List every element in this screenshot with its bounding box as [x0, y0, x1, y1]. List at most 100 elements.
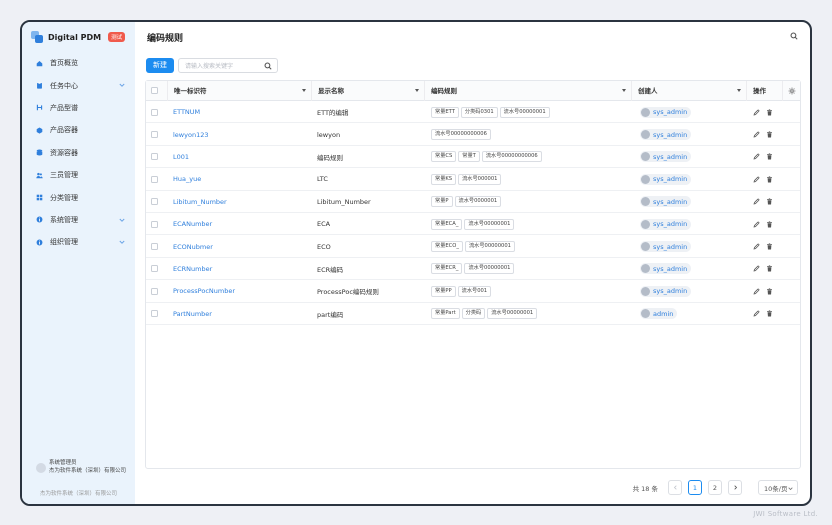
row-checkbox[interactable]	[151, 265, 158, 273]
table-row[interactable]: ProcessPocNumber ProcessPoc编码规则 常量PP 流水号001…	[146, 280, 800, 303]
rule-id-link[interactable]: ProcessPocNumber	[173, 280, 311, 302]
edit-icon[interactable]	[753, 153, 760, 160]
edit-icon[interactable]	[753, 243, 760, 250]
chevron-down-icon[interactable]	[119, 239, 125, 245]
table-row[interactable]: ECANumber ECA 常量ECA_ 流水号00000001 sys_admin	[146, 213, 800, 236]
page-button-1[interactable]: 1	[688, 480, 702, 495]
sort-icon[interactable]	[622, 89, 626, 92]
rule-id-link[interactable]: L001	[173, 146, 311, 168]
table-row[interactable]: PartNumber part编码 常量Part 分类码 流水号00000001 admi…	[146, 303, 800, 325]
user-profile[interactable]: 系统管理员 杰为软件系统（深圳）有限公司	[36, 459, 128, 475]
table-row[interactable]: L001 编码规则 常量CS 常量T 流水号00000000006 sys_admin	[146, 146, 800, 169]
row-checkbox[interactable]	[151, 198, 158, 206]
sidebar-item-1[interactable]: 首页概览	[22, 52, 135, 74]
delete-icon[interactable]	[766, 109, 773, 116]
chevron-down-icon[interactable]	[119, 217, 125, 223]
select-all-checkbox[interactable]	[151, 87, 158, 94]
rule-id-link[interactable]: Hua_yue	[173, 168, 311, 190]
rule-id-link[interactable]: PartNumber	[173, 303, 311, 325]
table-row[interactable]: ECRNumber ECR编码 常量ECR_ 流水号00000001 sys_admin	[146, 258, 800, 281]
page-button-2[interactable]: 2	[708, 480, 722, 495]
rule-id-link[interactable]: ECRNumber	[173, 258, 311, 280]
creator-name: sys_admin	[653, 152, 688, 161]
main-content: 编码规则 新建 唯一标识符 显示名称 编码规则 创建人	[135, 22, 810, 504]
search-input[interactable]	[185, 61, 263, 71]
table-row[interactable]: lewyon123 lewyon 流水号00000000006 sys_admin	[146, 123, 800, 146]
page-size-select[interactable]: 10条/页	[758, 480, 798, 495]
sidebar-item-7[interactable]: 分类管理	[22, 186, 135, 208]
search-icon[interactable]	[264, 62, 272, 70]
sidebar-item-2[interactable]: 任务中心	[22, 74, 135, 96]
delete-icon[interactable]	[766, 198, 773, 205]
column-header-id[interactable]: 唯一标识符	[167, 81, 311, 101]
table-row[interactable]: Hua_yue LTC 常量KS 流水号000001 sys_admin	[146, 168, 800, 191]
table-row[interactable]: ECONubmer ECO 常量ECO_ 流水号00000001 sys_admin	[146, 235, 800, 258]
delete-icon[interactable]	[766, 153, 773, 160]
delete-icon[interactable]	[766, 221, 773, 228]
column-header-creator[interactable]: 创建人	[631, 81, 746, 101]
table-row[interactable]: ETTNUM ETT的编辑 常量ETT 分类码0301 流水号00000001 sys_a…	[146, 101, 800, 124]
pagination: 共 18 条 1 2 10条/页	[633, 480, 798, 495]
sidebar-item-9[interactable]: 组织管理	[22, 231, 135, 253]
rule-tag: 流水号00000001	[464, 263, 515, 275]
rule-tags: 流水号00000000006	[431, 123, 629, 145]
delete-icon[interactable]	[766, 310, 773, 317]
rule-tag: 常量Part	[431, 308, 460, 320]
new-button[interactable]: 新建	[146, 58, 174, 73]
delete-icon[interactable]	[766, 243, 773, 250]
sort-icon[interactable]	[737, 89, 741, 92]
column-header-rules[interactable]: 编码规则	[424, 81, 631, 101]
edit-icon[interactable]	[753, 131, 760, 138]
sort-icon[interactable]	[302, 89, 306, 92]
rule-tag: 流水号0000001	[454, 196, 502, 208]
row-checkbox[interactable]	[151, 108, 158, 116]
row-actions	[753, 303, 793, 325]
edit-icon[interactable]	[753, 221, 760, 228]
rule-tag: 流水号000001	[458, 173, 502, 185]
row-checkbox[interactable]	[151, 220, 158, 228]
display-name: ETT的编辑	[317, 109, 349, 118]
rule-tags: 常量ETT 分类码0301 流水号00000001	[431, 101, 629, 123]
row-checkbox[interactable]	[151, 131, 158, 139]
rule-tag: 分类码0301	[460, 106, 498, 118]
sidebar-item-5[interactable]: 资源容器	[22, 142, 135, 164]
row-checkbox[interactable]	[151, 310, 158, 318]
row-checkbox[interactable]	[151, 243, 158, 251]
sort-icon[interactable]	[415, 89, 419, 92]
rule-tags: 常量P 流水号0000001	[431, 191, 629, 213]
prev-page-button[interactable]	[668, 480, 682, 495]
rule-id-link[interactable]: ECONubmer	[173, 235, 311, 257]
delete-icon[interactable]	[766, 265, 773, 272]
row-checkbox[interactable]	[151, 153, 158, 161]
rule-id-link[interactable]: Libitum_Number	[173, 191, 311, 213]
edit-icon[interactable]	[753, 176, 760, 183]
creator-cell: sys_admin	[640, 168, 746, 190]
row-checkbox[interactable]	[151, 287, 158, 295]
edit-icon[interactable]	[753, 198, 760, 205]
rule-id-link[interactable]: ETTNUM	[173, 101, 311, 123]
edit-icon[interactable]	[753, 310, 760, 317]
avatar	[641, 219, 650, 229]
row-checkbox[interactable]	[151, 175, 158, 183]
delete-icon[interactable]	[766, 176, 773, 183]
sidebar-item-8[interactable]: 系统管理	[22, 209, 135, 231]
table-row[interactable]: Libitum_Number Libitum_Number 常量P 流水号000000…	[146, 191, 800, 213]
next-page-button[interactable]	[728, 480, 742, 495]
sidebar-item-4[interactable]: 产品容器	[22, 119, 135, 141]
chevron-down-icon[interactable]	[119, 82, 125, 88]
column-settings[interactable]	[782, 81, 802, 101]
delete-icon[interactable]	[766, 131, 773, 138]
app-logo[interactable]: Digital PDM 测试	[31, 30, 126, 44]
edit-icon[interactable]	[753, 265, 760, 272]
gear-icon[interactable]	[788, 87, 796, 95]
rule-id-link[interactable]: lewyon123	[173, 123, 311, 145]
search-icon[interactable]	[790, 32, 798, 40]
sidebar-item-6[interactable]: 三员管理	[22, 164, 135, 186]
rule-id-link[interactable]: ECANumber	[173, 213, 311, 235]
column-header-name[interactable]: 显示名称	[311, 81, 424, 101]
edit-icon[interactable]	[753, 109, 760, 116]
edit-icon[interactable]	[753, 288, 760, 295]
delete-icon[interactable]	[766, 288, 773, 295]
creator-cell: sys_admin	[640, 146, 746, 168]
sidebar-item-3[interactable]: 产品型谱	[22, 97, 135, 119]
